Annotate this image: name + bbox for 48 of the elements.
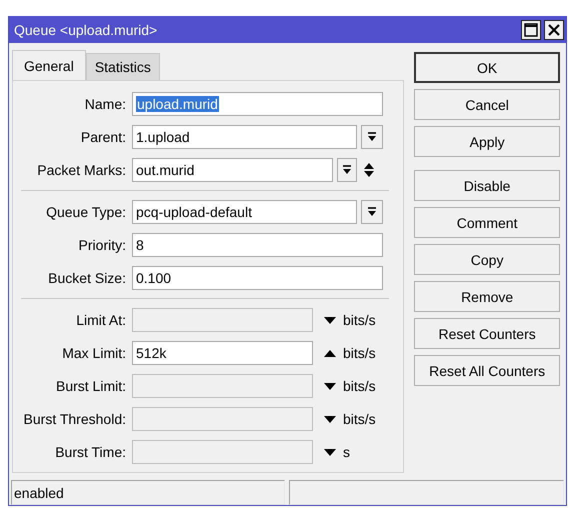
unit-label: s [343,444,350,460]
dropdown-button[interactable] [337,158,357,182]
comment-button[interactable]: Comment [414,207,560,238]
tab[interactable]: General [12,50,86,80]
unit-label: bits/s [343,411,376,427]
collapse-icon[interactable] [324,348,336,358]
maximize-button[interactable] [521,20,541,40]
field-label: Limit At: [75,312,127,328]
field-label: Bucket Size: [47,270,127,286]
reset-all-counters-button[interactable]: Reset All Counters [414,355,560,386]
window-title: Queue <upload.murid> [14,22,158,38]
copy-button[interactable]: Copy [414,244,560,275]
unit-label: bits/s [343,312,376,328]
field-label: Name: [84,96,127,112]
disable-button[interactable]: Disable [414,170,560,201]
close-button[interactable] [544,20,564,40]
remove-button[interactable]: Remove [414,281,560,312]
dropdown-button[interactable] [361,125,383,149]
field-label: Parent: [80,129,127,145]
dropdown-icon [341,164,353,176]
dropdown-icon [366,131,378,143]
tab[interactable]: Statistics [86,53,160,80]
close-icon [548,24,560,36]
field-label: Burst Limit: [54,378,127,394]
field-label: Burst Threshold: [22,411,127,427]
up-down-icon[interactable] [363,162,375,178]
dropdown-button[interactable] [361,200,383,224]
queue-type-field[interactable]: pcq-upload-default [132,200,357,224]
reset-counters-button[interactable]: Reset Counters [414,318,560,349]
cancel-button[interactable]: Cancel [414,89,560,120]
dropdown-icon [366,206,378,218]
field-label: Burst Time: [54,444,127,460]
unit-label: bits/s [343,345,376,361]
bucket-size-field[interactable]: 0.100 [132,266,383,290]
packet-marks-field[interactable]: out.murid [132,158,333,182]
field-label: Max Limit: [61,345,127,361]
max-limit-field[interactable]: 512k [132,341,313,365]
maximize-icon [524,22,538,36]
priority-field[interactable]: 8 [132,233,383,257]
unit-label: bits/s [343,378,376,394]
apply-button[interactable]: Apply [414,126,560,157]
field-label: Priority: [78,237,127,253]
field-label: Packet Marks: [36,162,127,178]
field-label: Queue Type: [45,204,127,220]
status-text: enabled [11,480,285,505]
parent-field[interactable]: 1.upload [132,125,357,149]
ok-button[interactable]: OK [414,52,560,83]
name-field[interactable]: upload.murid [132,92,383,116]
